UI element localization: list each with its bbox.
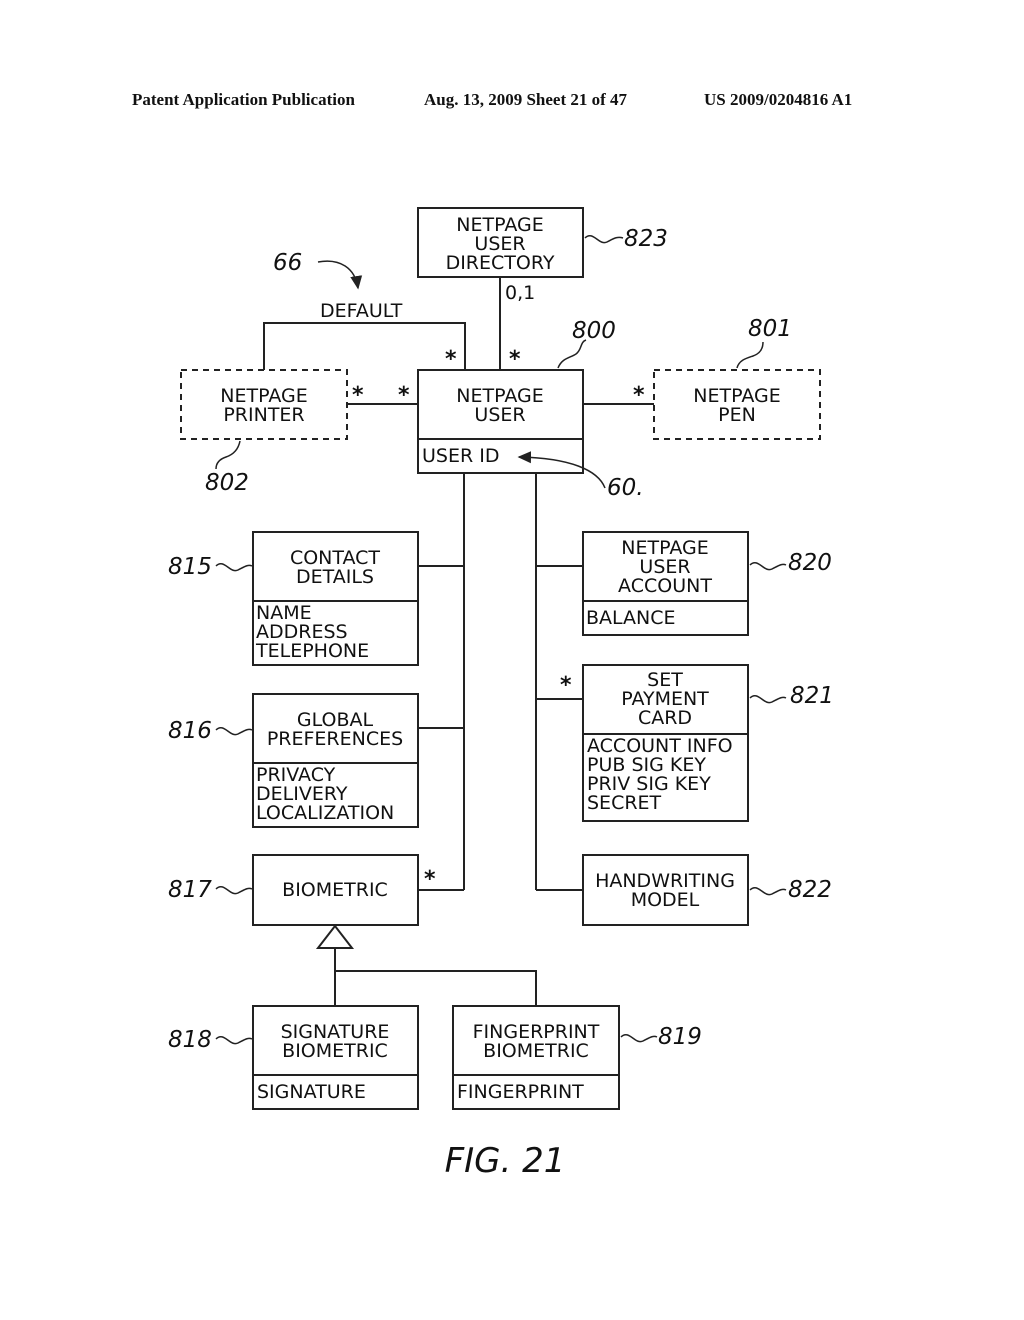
multiplicity-star: * [352, 383, 364, 408]
generalization-branch [335, 970, 537, 1006]
class-title: DETAILS [296, 566, 374, 588]
class-title: BIOMETRIC [282, 879, 388, 901]
ref-818: 818 [168, 1027, 212, 1053]
class-title: BIOMETRIC [483, 1040, 589, 1062]
class-title: MODEL [631, 889, 700, 911]
class-attribute: LOCALIZATION [256, 802, 394, 824]
ref-800: 800 [572, 318, 616, 344]
leader-squiggle-icon [215, 727, 253, 736]
leader-squiggle-icon [215, 440, 241, 470]
class-attribute: FINGERPRINT [457, 1081, 584, 1103]
class-title: DIRECTORY [446, 252, 555, 274]
leader-squiggle-icon [215, 563, 253, 572]
uml-diagram: NETPAGE USER DIRECTORY NETPAGE PRINTER N… [168, 207, 834, 1181]
multiplicity-star: * [560, 673, 572, 698]
ref-822: 822 [788, 877, 832, 903]
class-contact-details[interactable]: CONTACT DETAILS NAME ADDRESS TELEPHONE [252, 531, 419, 666]
leader-squiggle-icon [557, 339, 587, 369]
default-label: DEFAULT [320, 300, 403, 322]
leader-squiggle-icon [620, 1034, 658, 1043]
ref-821: 821 [790, 683, 834, 709]
ref-60: 60. [607, 475, 644, 501]
class-attribute: SIGNATURE [257, 1081, 366, 1103]
leader-squiggle-icon [736, 341, 764, 369]
ref-66-arrow-icon [317, 260, 363, 290]
class-title: BIOMETRIC [282, 1040, 388, 1062]
class-title: PRINTER [223, 404, 304, 426]
ref-66: 66 [273, 250, 302, 276]
class-global-preferences[interactable]: GLOBAL PREFERENCES PRIVACY DELIVERY LOCA… [252, 693, 419, 828]
class-payment-card[interactable]: SET PAYMENT CARD ACCOUNT INFO PUB SIG KE… [582, 664, 749, 822]
class-title: ACCOUNT [618, 575, 712, 597]
ref-816: 816 [168, 718, 212, 744]
leader-squiggle-icon [215, 886, 253, 895]
ref-802: 802 [205, 470, 249, 496]
class-user[interactable]: NETPAGE USER USER ID [417, 369, 584, 474]
class-pen[interactable]: NETPAGE PEN [653, 369, 821, 440]
multiplicity-star: * [424, 867, 436, 892]
class-title: PEN [718, 404, 756, 426]
multiplicity-star: * [633, 383, 645, 408]
multiplicity-star: * [398, 383, 410, 408]
class-title: PREFERENCES [267, 728, 403, 750]
ref-815: 815 [168, 554, 212, 580]
class-attribute: SECRET [587, 792, 662, 814]
class-attribute: TELEPHONE [255, 640, 369, 662]
class-attribute: BALANCE [586, 607, 676, 629]
class-user-account[interactable]: NETPAGE USER ACCOUNT BALANCE [582, 531, 749, 636]
ref-823: 823 [624, 226, 668, 252]
multiplicity-star: * [445, 347, 457, 372]
leader-squiggle-icon [749, 562, 787, 571]
class-biometric[interactable]: BIOMETRIC [252, 854, 419, 926]
leader-squiggle-icon [749, 887, 787, 896]
class-attribute: USER ID [422, 445, 499, 467]
class-signature-biometric[interactable]: SIGNATURE BIOMETRIC SIGNATURE [252, 1005, 419, 1110]
figure-label: FIG. 21 [445, 1141, 566, 1181]
class-title: USER [474, 404, 525, 426]
ref-820: 820 [788, 550, 832, 576]
leader-squiggle-icon [215, 1036, 253, 1045]
generalization-triangle-icon [315, 924, 355, 949]
ref-819: 819 [658, 1024, 702, 1050]
multiplicity-star: * [509, 347, 521, 372]
ref-817: 817 [168, 877, 212, 903]
class-title: CARD [638, 707, 692, 729]
class-fingerprint-biometric[interactable]: FINGERPRINT BIOMETRIC FINGERPRINT [452, 1005, 620, 1110]
ref-801: 801 [748, 316, 792, 342]
class-user-directory[interactable]: NETPAGE USER DIRECTORY [417, 207, 584, 278]
class-handwriting-model[interactable]: HANDWRITING MODEL [582, 854, 749, 926]
leader-squiggle-icon [749, 695, 787, 704]
leader-squiggle-icon [584, 235, 624, 244]
multiplicity-directory: 0,1 [505, 282, 535, 304]
default-printer-line [263, 322, 466, 370]
class-printer[interactable]: NETPAGE PRINTER [180, 369, 348, 440]
